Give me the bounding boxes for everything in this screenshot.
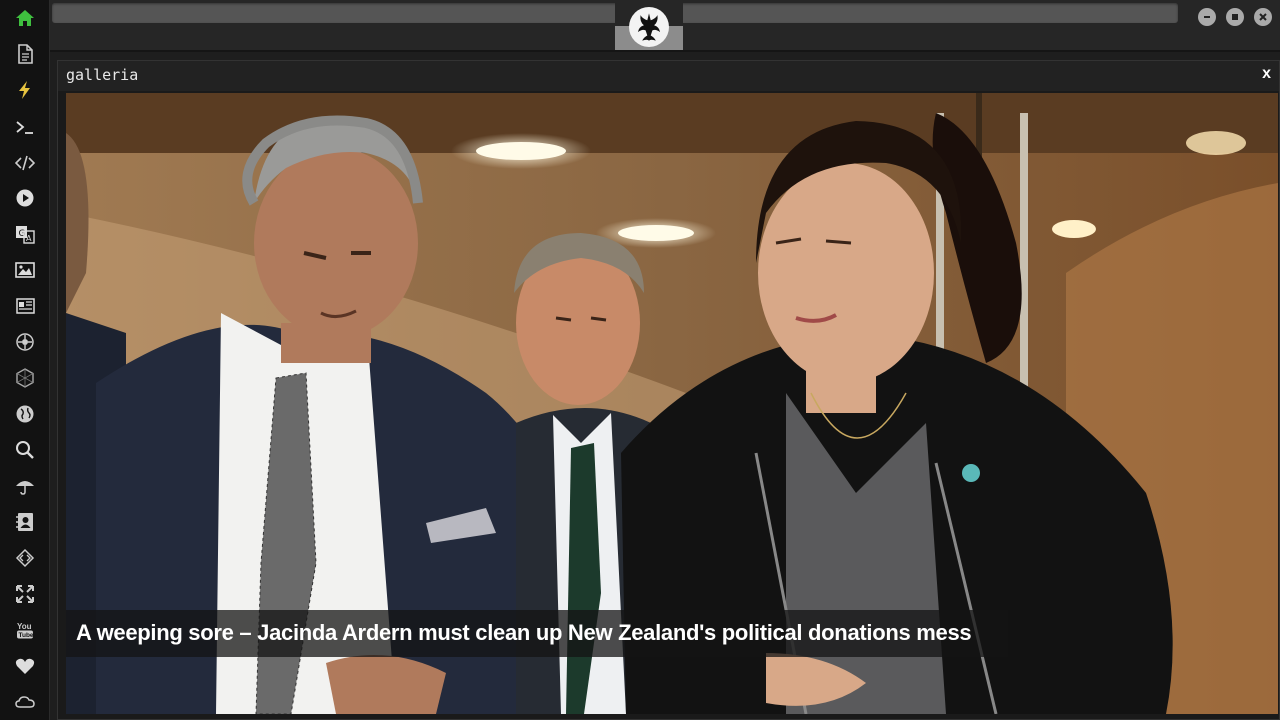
top-bar bbox=[50, 0, 1280, 52]
panel-header: galleria x bbox=[58, 61, 1279, 91]
image-icon[interactable] bbox=[13, 258, 37, 282]
minimize-button[interactable] bbox=[1198, 8, 1216, 26]
cloud-icon[interactable] bbox=[13, 690, 37, 714]
contacts-icon[interactable] bbox=[13, 510, 37, 534]
translate-icon[interactable]: GA bbox=[13, 222, 37, 246]
close-window-button[interactable] bbox=[1254, 8, 1272, 26]
globe-icon[interactable] bbox=[13, 402, 37, 426]
terminal-icon[interactable] bbox=[13, 115, 37, 139]
youtube-icon[interactable]: You Tube bbox=[13, 618, 37, 642]
sidebar: GA You Tube bbox=[0, 0, 50, 720]
lightning-icon[interactable] bbox=[13, 78, 37, 102]
rebel-icon[interactable] bbox=[13, 330, 37, 354]
panel-close-button[interactable]: x bbox=[1262, 65, 1271, 83]
diamond-code-icon[interactable] bbox=[13, 546, 37, 570]
panel-title: galleria bbox=[66, 66, 139, 84]
svg-text:You: You bbox=[17, 622, 32, 631]
code-icon[interactable] bbox=[13, 151, 37, 175]
play-icon[interactable] bbox=[13, 186, 37, 210]
home-icon[interactable] bbox=[13, 6, 37, 30]
expand-icon[interactable] bbox=[13, 582, 37, 606]
svg-text:Tube: Tube bbox=[19, 632, 34, 639]
svg-text:A: A bbox=[26, 234, 32, 243]
maximize-button[interactable] bbox=[1226, 8, 1244, 26]
rebel-alliance-icon[interactable] bbox=[629, 7, 669, 47]
umbrella-icon[interactable] bbox=[13, 474, 37, 498]
hexagon-icon[interactable] bbox=[13, 366, 37, 390]
news-icon[interactable] bbox=[13, 294, 37, 318]
search-icon[interactable] bbox=[13, 438, 37, 462]
center-tab[interactable] bbox=[615, 0, 683, 50]
heart-icon[interactable] bbox=[13, 654, 37, 678]
document-icon[interactable] bbox=[13, 42, 37, 66]
caption-text: A weeping sore – Jacinda Ardern must cle… bbox=[76, 620, 972, 645]
image-caption: A weeping sore – Jacinda Ardern must cle… bbox=[66, 610, 1008, 657]
